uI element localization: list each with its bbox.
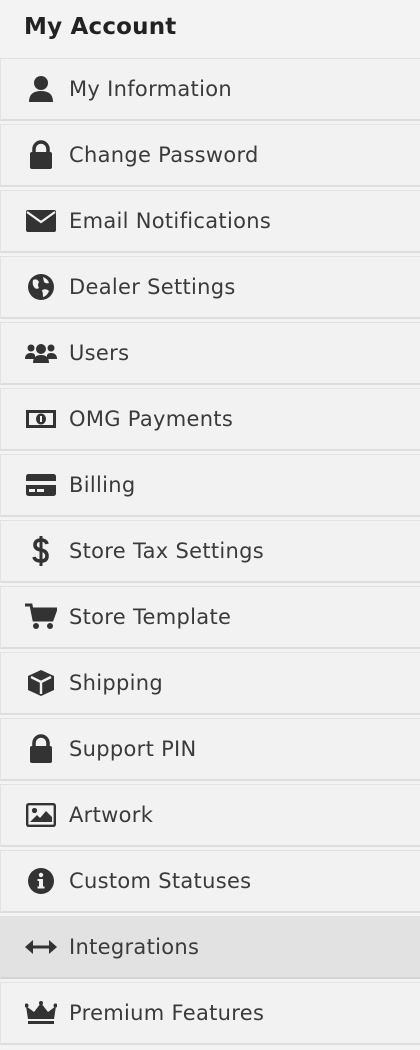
money-bill-icon bbox=[25, 405, 57, 433]
menu-item-shipping[interactable]: Shipping bbox=[0, 652, 420, 715]
menu-item-email-notifications[interactable]: Email Notifications bbox=[0, 190, 420, 253]
image-icon bbox=[25, 801, 57, 829]
menu-item-label: Users bbox=[69, 341, 130, 365]
globe-icon bbox=[25, 273, 57, 301]
menu-item-label: Dealer Settings bbox=[69, 275, 236, 299]
envelope-icon bbox=[25, 207, 57, 235]
menu-item-label: My Information bbox=[69, 77, 232, 101]
menu-item-label: OMG Payments bbox=[69, 407, 234, 431]
menu-item-integrations[interactable]: Integrations bbox=[0, 916, 420, 979]
panel-title: My Account bbox=[24, 14, 177, 40]
menu-item-dealer-settings[interactable]: Dealer Settings bbox=[0, 256, 420, 319]
users-icon bbox=[25, 339, 57, 367]
menu-item-label: Billing bbox=[69, 473, 136, 497]
menu-item-store-template[interactable]: Store Template bbox=[0, 586, 420, 649]
my-account-panel: My Account My Information Change Passwor… bbox=[0, 0, 420, 1050]
menu-item-custom-statuses[interactable]: Custom Statuses bbox=[0, 850, 420, 913]
menu-item-label: Support PIN bbox=[69, 737, 197, 761]
menu-item-label: Custom Statuses bbox=[69, 869, 252, 893]
arrows-horizontal-icon bbox=[25, 933, 57, 961]
dollar-icon bbox=[25, 536, 57, 566]
menu-item-artwork[interactable]: Artwork bbox=[0, 784, 420, 847]
box-icon bbox=[25, 669, 57, 697]
menu-item-label: Store Tax Settings bbox=[69, 539, 265, 563]
credit-card-icon bbox=[25, 471, 57, 499]
shopping-cart-icon bbox=[25, 603, 57, 631]
menu-item-label: Artwork bbox=[69, 803, 154, 827]
menu-item-omg-payments[interactable]: OMG Payments bbox=[0, 388, 420, 451]
lock-icon bbox=[25, 140, 57, 169]
menu-item-label: Change Password bbox=[69, 143, 259, 167]
menu-item-label: Email Notifications bbox=[69, 209, 272, 233]
lock-icon bbox=[25, 734, 57, 763]
menu-item-label: Shipping bbox=[69, 671, 164, 695]
menu-item-users[interactable]: Users bbox=[0, 322, 420, 385]
menu-item-premium-features[interactable]: Premium Features bbox=[0, 982, 420, 1045]
info-circle-icon bbox=[25, 867, 57, 895]
menu-item-change-password[interactable]: Change Password bbox=[0, 124, 420, 187]
menu-item-store-tax-settings[interactable]: Store Tax Settings bbox=[0, 520, 420, 583]
menu-item-billing[interactable]: Billing bbox=[0, 454, 420, 517]
menu-item-label: Premium Features bbox=[69, 1001, 265, 1025]
account-menu: My Information Change Password Email Not… bbox=[0, 58, 420, 1045]
menu-item-support-pin[interactable]: Support PIN bbox=[0, 718, 420, 781]
menu-item-label: Store Template bbox=[69, 605, 232, 629]
menu-item-my-information[interactable]: My Information bbox=[0, 58, 420, 121]
crown-icon bbox=[25, 999, 57, 1027]
menu-item-label: Integrations bbox=[69, 935, 200, 959]
user-icon bbox=[25, 75, 57, 103]
